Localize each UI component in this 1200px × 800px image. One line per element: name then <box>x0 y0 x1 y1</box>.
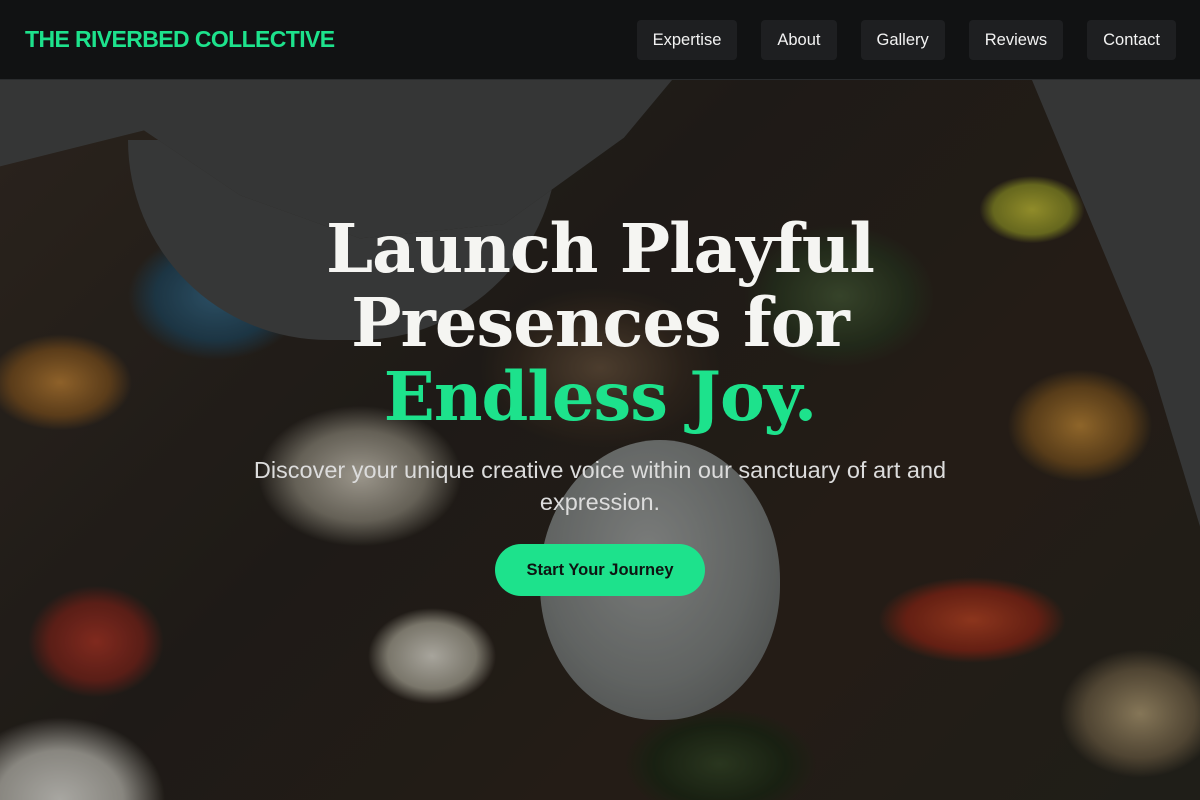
nav-item-reviews[interactable]: Reviews <box>968 19 1064 60</box>
nav-item-expertise[interactable]: Expertise <box>636 19 738 60</box>
hero-title-text: Launch Playful Presences for <box>326 209 875 362</box>
site-header: THE RIVERBED COLLECTIVE Expertise About … <box>0 0 1200 80</box>
nav-item-gallery[interactable]: Gallery <box>860 19 945 60</box>
nav-item-contact[interactable]: Contact <box>1087 19 1176 60</box>
hero-subtitle: Discover your unique creative voice with… <box>253 457 947 515</box>
hero-section: Launch Playful Presences for Endless Joy… <box>0 212 1200 596</box>
start-journey-button[interactable]: Start Your Journey <box>495 544 705 596</box>
brand-logo-text[interactable]: THE RIVERBED COLLECTIVE <box>25 26 335 53</box>
nav-item-about[interactable]: About <box>761 19 837 60</box>
hero-title: Launch Playful Presences for Endless Joy… <box>220 212 980 434</box>
main-nav: Expertise About Gallery Reviews Contact <box>636 19 1176 60</box>
hero-title-accent: Endless Joy. <box>383 357 817 436</box>
